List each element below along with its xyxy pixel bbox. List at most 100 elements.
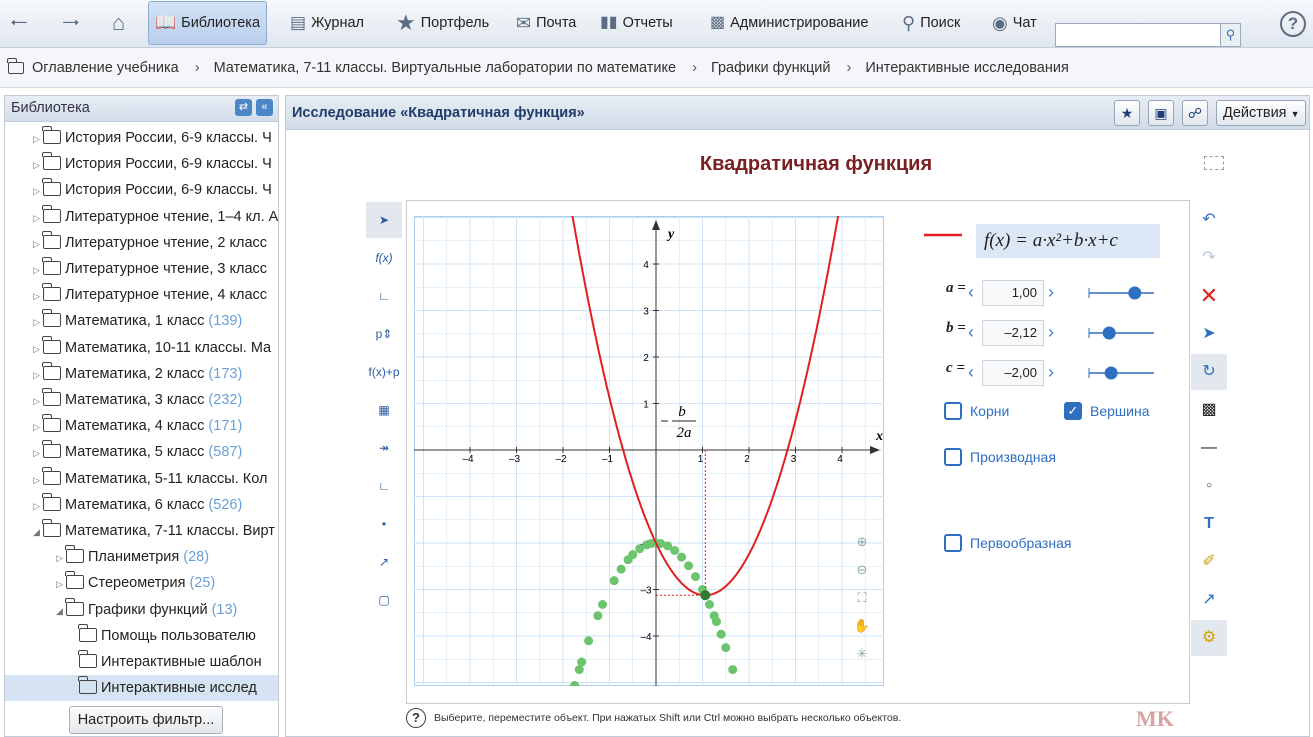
measure-icon[interactable]: ↗	[1191, 582, 1227, 618]
param-a-value[interactable]: 1,00	[982, 280, 1044, 306]
trace-icon[interactable]: ↻	[1191, 354, 1227, 390]
tree-item[interactable]: ▷ Математика, 5 класс (587)	[5, 439, 278, 465]
tree-item[interactable]: ▷ Математика, 4 класс (171)	[5, 413, 278, 439]
show-hide-icon[interactable]: ➤	[1191, 316, 1227, 352]
redo-icon[interactable]: ↷	[1191, 240, 1227, 276]
calculator-icon[interactable]: ▦	[366, 392, 402, 428]
home-button[interactable]: ⌂	[106, 0, 131, 46]
pan-hand-icon[interactable]: ✋	[854, 618, 870, 633]
area-tool-icon[interactable]: ∟	[366, 468, 402, 504]
zoom-in-icon[interactable]: ⊕	[857, 534, 868, 549]
filter-settings-button[interactable]: Настроить фильтр...	[69, 706, 223, 734]
increase-b-icon[interactable]: ›	[1048, 320, 1054, 344]
checkbox-label-0[interactable]: Корни	[970, 403, 1009, 419]
favorite-button[interactable]: ★	[1114, 100, 1140, 126]
decrease-a-icon[interactable]: ‹	[968, 280, 974, 304]
portfolio-tab[interactable]: ★ Портфель	[390, 0, 495, 46]
tree-item[interactable]: ▷ Математика, 6 класс (526)	[5, 492, 278, 518]
param-a-slider[interactable]	[1088, 286, 1154, 300]
library-tab[interactable]: 📖 Библиотека	[148, 1, 268, 45]
decrease-c-icon[interactable]: ‹	[968, 360, 974, 384]
center-icon[interactable]: ✳	[857, 646, 868, 661]
y-tick-label: 3	[643, 307, 649, 318]
text-tool-icon[interactable]: T	[1191, 506, 1227, 542]
checkbox-1[interactable]: ✓	[1064, 402, 1082, 420]
tree-item[interactable]: ▷ Математика, 1 класс (139)	[5, 308, 278, 334]
tree-item[interactable]: ▷ История России, 6-9 классы. Ч	[5, 151, 278, 177]
tree-item[interactable]: ▷ Планиметрия (28)	[5, 544, 278, 570]
color-palette-icon[interactable]: ▩	[1191, 392, 1227, 428]
delete-icon[interactable]: ✕	[1191, 278, 1227, 314]
zoom-fit-icon[interactable]: ⛶	[856, 590, 867, 605]
tangent-tool-icon[interactable]: ↠	[366, 430, 402, 466]
checkbox-0[interactable]	[944, 402, 962, 420]
window-button[interactable]: ▣	[1148, 100, 1174, 126]
vertex-point[interactable]	[700, 590, 711, 601]
tree-item[interactable]: Помощь пользователю	[5, 623, 278, 649]
tree-item[interactable]: ◢ Математика, 7-11 классы. Вирт	[5, 518, 278, 544]
tree-item[interactable]: ◢ Графики функций (13)	[5, 597, 278, 623]
function-tool-icon[interactable]: f(x)	[366, 240, 402, 276]
undo-icon[interactable]: ↶	[1191, 202, 1227, 238]
collapse-icon[interactable]: «	[256, 99, 273, 116]
parameter-tool-icon[interactable]: p⇕	[366, 316, 402, 352]
tree-item[interactable]: ▷ История России, 6-9 классы. Ч	[5, 125, 278, 151]
tree-item[interactable]: Интерактивные исслед	[5, 675, 278, 702]
actions-dropdown[interactable]: Действия ▼	[1216, 100, 1306, 126]
tree-item[interactable]: ▷ Литературное чтение, 2 класс	[5, 230, 278, 256]
tree-item[interactable]: Интерактивные шаблон	[5, 649, 278, 675]
link-button[interactable]: ☍	[1182, 100, 1208, 126]
breadcrumb-item-contents[interactable]: Оглавление учебника	[32, 60, 179, 76]
admin-tab[interactable]: ▩ Администрирование	[704, 0, 874, 46]
select-tool-icon[interactable]: ➤	[366, 202, 402, 238]
forward-button[interactable]: 🠂	[56, 0, 86, 46]
zoom-out-icon[interactable]: ⊖	[857, 562, 868, 577]
breadcrumb-item-graphs[interactable]: Графики функций	[711, 60, 831, 76]
line-tool-icon[interactable]: ↗	[366, 544, 402, 580]
tree-item[interactable]: ▷ Литературное чтение, 4 класс	[5, 282, 278, 308]
tree-item[interactable]: ▷ Стереометрия (25)	[5, 570, 278, 596]
fullscreen-icon[interactable]	[1204, 156, 1224, 170]
tree-item[interactable]: ▷ Литературное чтение, 3 класс	[5, 256, 278, 282]
axes-tool-icon[interactable]: ∟	[366, 278, 402, 314]
increase-a-icon[interactable]: ›	[1048, 280, 1054, 304]
lock-icon[interactable]: ⚙	[1191, 620, 1227, 656]
function-param-tool-icon[interactable]: f(x)+p	[366, 354, 402, 390]
journal-tab[interactable]: ▤ Журнал	[284, 0, 370, 46]
help-button[interactable]: ?	[1280, 11, 1306, 37]
decrease-b-icon[interactable]: ‹	[968, 320, 974, 344]
tree-item[interactable]: ▷ Математика, 5-11 классы. Кол	[5, 466, 278, 492]
checkbox-label-2[interactable]: Производная	[970, 449, 1056, 465]
checkbox-label-1[interactable]: Вершина	[1090, 403, 1149, 419]
search-input[interactable]: ⚲	[1055, 23, 1241, 47]
mail-tab[interactable]: ✉ Почта	[510, 0, 582, 46]
help-icon[interactable]: ?	[406, 708, 426, 728]
point-tool-icon[interactable]: •	[366, 506, 402, 542]
checkbox-label-3[interactable]: Первообразная	[970, 535, 1071, 551]
reports-tab[interactable]: ▮▮ Отчеты	[594, 0, 679, 46]
point-style-icon[interactable]: ○	[1191, 468, 1227, 504]
search-tab[interactable]: ⚲ Поиск	[896, 0, 966, 46]
line-style-icon[interactable]: —	[1191, 430, 1227, 466]
transform-tool-icon[interactable]: ▢	[366, 582, 402, 618]
param-c-slider[interactable]	[1088, 366, 1154, 380]
checkbox-3[interactable]	[944, 534, 962, 552]
tree-item[interactable]: ▷ История России, 6-9 классы. Ч	[5, 177, 278, 203]
tree-item[interactable]: ▷ Математика, 2 класс (173)	[5, 361, 278, 387]
increase-c-icon[interactable]: ›	[1048, 360, 1054, 384]
param-b-value[interactable]: –2,12	[982, 320, 1044, 346]
window-icon: ▣	[1154, 105, 1168, 121]
breadcrumb-item-math[interactable]: Математика, 7-11 классы. Виртуальные лаб…	[214, 60, 677, 76]
param-b-slider[interactable]	[1088, 326, 1154, 340]
tree-item[interactable]: ▷ Литературное чтение, 1–4 кл. А	[5, 204, 278, 230]
refresh-icon[interactable]: ⇄	[235, 99, 252, 116]
brush-icon[interactable]: ✐	[1191, 544, 1227, 580]
back-button[interactable]: 🠀	[4, 0, 34, 46]
tree-item[interactable]: ▷ Математика, 3 класс (232)	[5, 387, 278, 413]
function-graph[interactable]: –4–3–2–112344321–2–3–4xy b 2a ⊕ ⊖ ⛶ ✋ ✳	[414, 216, 884, 686]
tree-item[interactable]: ▷ Математика, 10-11 классы. Ма	[5, 335, 278, 361]
chat-tab[interactable]: ◉ Чат	[986, 0, 1043, 46]
checkbox-2[interactable]	[944, 448, 962, 466]
param-c-value[interactable]: –2,00	[982, 360, 1044, 386]
search-go-button[interactable]: ⚲	[1220, 24, 1240, 46]
